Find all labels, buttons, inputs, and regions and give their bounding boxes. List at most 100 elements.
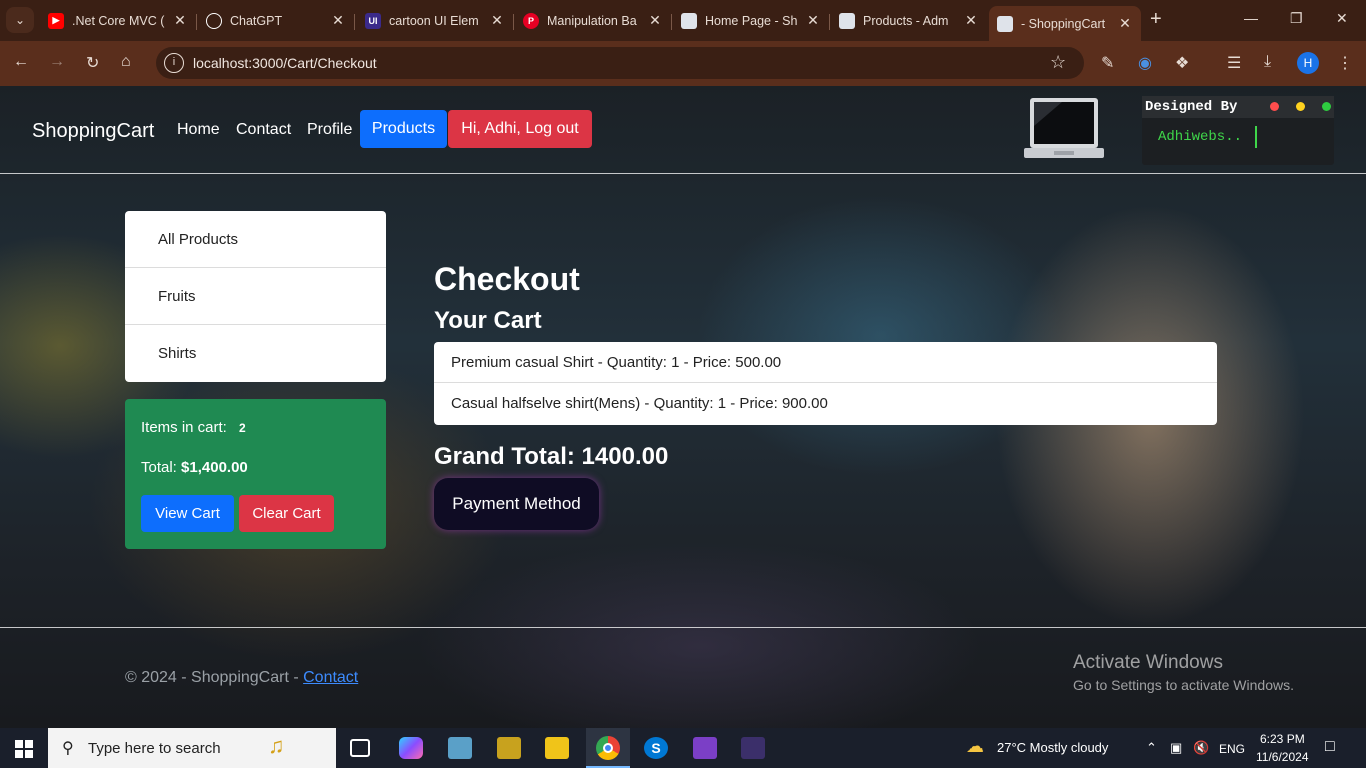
close-icon[interactable]: ✕ <box>489 12 505 29</box>
nav-contact-link[interactable]: Contact <box>236 121 291 139</box>
eyedropper-icon[interactable]: ✎ <box>1101 53 1114 73</box>
site-info-icon[interactable]: i <box>164 53 184 73</box>
close-icon[interactable]: ✕ <box>1117 15 1133 32</box>
reload-icon[interactable]: ↻ <box>86 53 99 73</box>
pinterest-icon: P <box>523 12 539 29</box>
download-icon[interactable]: ⤓ <box>1264 53 1271 71</box>
footer-divider <box>0 627 1366 628</box>
cart-items-list: Premium casual Shirt - Quantity: 1 - Pri… <box>434 342 1217 425</box>
snipping-tool-icon[interactable] <box>497 737 521 759</box>
category-fruits[interactable]: Fruits <box>125 268 386 325</box>
page-icon <box>681 12 697 29</box>
language-indicator[interactable]: ENG <box>1219 742 1245 756</box>
terminal-text: Adhiwebs.. <box>1158 129 1243 145</box>
logout-button[interactable]: Hi, Adhi, Log out <box>448 110 592 148</box>
clock-time[interactable]: 6:23 PM <box>1260 732 1305 746</box>
weather-icon[interactable]: ☁ <box>966 736 984 757</box>
nav-home-link[interactable]: Home <box>177 121 220 139</box>
page-content: ShoppingCart Home Contact Profile Produc… <box>0 86 1366 728</box>
back-icon[interactable]: ← <box>13 53 29 71</box>
footer-contact-link[interactable]: Contact <box>303 669 358 686</box>
category-shirts[interactable]: Shirts <box>125 325 386 382</box>
tab-separator <box>196 14 197 30</box>
close-icon[interactable]: ✕ <box>805 12 821 29</box>
notification-icon[interactable]: □ <box>1325 738 1335 756</box>
volume-muted-icon[interactable]: 🔇 <box>1193 740 1209 756</box>
close-window-button[interactable]: ✕ <box>1336 10 1348 27</box>
total-value: $1,400.00 <box>181 459 248 476</box>
media-icon[interactable]: ☰ <box>1227 53 1241 73</box>
page-icon <box>839 12 855 29</box>
browser-tab[interactable]: UI cartoon UI Elem ✕ <box>357 6 513 35</box>
tab-title: cartoon UI Elem <box>389 13 479 28</box>
tab-title: Products - Adm <box>863 13 949 28</box>
extension-icon[interactable]: ◉ <box>1138 53 1152 73</box>
restore-button[interactable]: ❐ <box>1290 10 1303 27</box>
task-view-icon[interactable] <box>350 739 370 757</box>
category-all-products[interactable]: All Products <box>125 211 386 268</box>
file-explorer-icon[interactable] <box>545 737 569 759</box>
browser-tab-active[interactable]: - ShoppingCart ✕ <box>989 6 1141 41</box>
designer-terminal: Designed By Adhiwebs.. <box>1142 96 1334 165</box>
tab-title: .Net Core MVC ( <box>72 13 165 28</box>
browser-tab[interactable]: ChatGPT ✕ <box>198 6 354 35</box>
close-icon[interactable]: ✕ <box>647 12 663 29</box>
puzzle-icon[interactable]: ❖ <box>1175 53 1189 73</box>
clock-date[interactable]: 11/6/2024 <box>1256 750 1309 764</box>
chrome-taskbar-button[interactable] <box>586 728 630 768</box>
chevron-up-icon[interactable]: ⌃ <box>1146 740 1157 756</box>
terminal-title: Designed By <box>1145 99 1238 115</box>
cart-item: Casual halfselve shirt(Mens) - Quantity:… <box>451 395 828 412</box>
tab-separator <box>513 14 514 30</box>
windows-start-icon[interactable] <box>15 740 33 758</box>
site-navbar: ShoppingCart Home Contact Profile Produc… <box>0 86 1366 174</box>
cart-total: Total: $1,400.00 <box>141 459 248 476</box>
tab-separator <box>354 14 355 30</box>
products-button[interactable]: Products <box>360 110 447 148</box>
terminal-dot-red <box>1270 102 1279 111</box>
visual-studio-icon[interactable] <box>693 737 717 759</box>
youtube-icon: ▶ <box>48 12 64 29</box>
close-icon[interactable]: ✕ <box>963 12 979 29</box>
taskbar-search-placeholder[interactable]: Type here to search <box>88 740 221 757</box>
close-icon[interactable]: ✕ <box>172 12 188 29</box>
clear-cart-button[interactable]: Clear Cart <box>239 495 334 532</box>
new-tab-button[interactable]: + <box>1150 8 1162 31</box>
minimize-button[interactable]: — <box>1244 10 1258 26</box>
forward-icon[interactable]: → <box>49 53 65 71</box>
browser-tab[interactable]: Products - Adm ✕ <box>831 6 987 35</box>
menu-icon[interactable]: ⋮ <box>1337 53 1353 73</box>
profile-avatar[interactable]: H <box>1297 52 1319 74</box>
bookmark-star-icon[interactable]: ☆ <box>1050 52 1066 73</box>
nav-profile-link[interactable]: Profile <box>307 121 352 139</box>
network-icon[interactable]: ▣ <box>1170 740 1182 756</box>
skype-icon[interactable]: S <box>644 737 668 759</box>
weather-text[interactable]: 27°C Mostly cloudy <box>997 740 1108 755</box>
chrome-icon-center <box>603 743 613 753</box>
brand-link[interactable]: ShoppingCart <box>32 120 154 143</box>
laptop-icon <box>1024 98 1104 158</box>
payment-method-button[interactable]: Payment Method <box>434 478 599 530</box>
copilot-icon[interactable] <box>399 737 423 759</box>
tab-search-button[interactable]: ⌄ <box>6 7 34 33</box>
tab-title: Manipulation Ba <box>547 13 637 28</box>
browser-tab[interactable]: P Manipulation Ba ✕ <box>515 6 671 35</box>
saxophone-icon: ♫ <box>268 733 285 758</box>
browser-tab[interactable]: ▶ .Net Core MVC ( ✕ <box>40 6 196 35</box>
close-icon[interactable]: ✕ <box>330 12 346 29</box>
tab-title: ChatGPT <box>230 13 283 28</box>
view-cart-button[interactable]: View Cart <box>141 495 234 532</box>
browser-tab[interactable]: Home Page - Sh ✕ <box>673 6 829 35</box>
page-icon <box>997 15 1013 32</box>
browser-tab-strip: ⌄ ▶ .Net Core MVC ( ✕ ChatGPT ✕ UI carto… <box>0 0 1366 41</box>
activate-windows-subtitle: Go to Settings to activate Windows. <box>1073 677 1294 693</box>
url-text[interactable]: localhost:3000/Cart/Checkout <box>193 55 377 71</box>
terminal-dot-green <box>1322 102 1331 111</box>
photos-app-icon[interactable] <box>448 737 472 759</box>
search-icon: ⚲ <box>62 740 74 757</box>
terminal-app-icon[interactable] <box>741 737 765 759</box>
items-label: Items in cart: <box>141 419 227 436</box>
home-icon[interactable]: ⌂ <box>121 53 131 71</box>
chatgpt-icon <box>206 12 222 29</box>
cart-summary: Items in cart: 2 Total: $1,400.00 View C… <box>125 399 386 549</box>
